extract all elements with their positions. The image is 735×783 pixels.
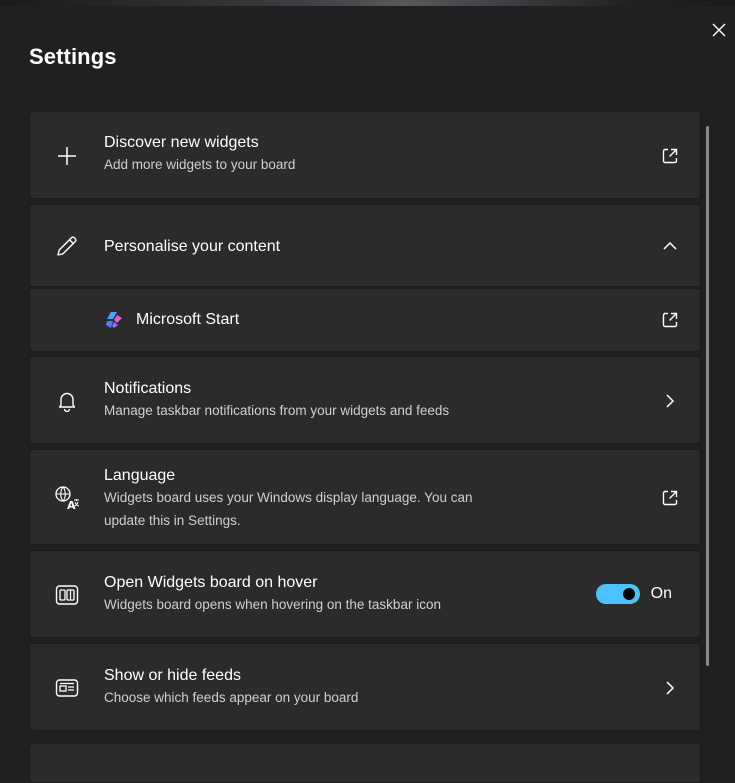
background-strip [0,0,735,6]
hover-subtitle: Widgets board opens when hovering on the… [104,597,441,612]
chevron-right-icon [658,389,682,413]
language-item[interactable]: A Language Widgets board uses your Windo… [29,449,701,545]
pencil-icon [54,233,80,259]
feeds-title: Show or hide feeds [104,667,241,684]
chevron-right-icon [658,676,682,700]
toggle-knob [622,588,635,600]
microsoft-start-title: Microsoft Start [136,311,240,328]
discover-widgets-item[interactable]: Discover new widgets Add more widgets to… [29,111,701,199]
open-external-icon [658,308,682,332]
scrollbar-thumb[interactable] [706,126,709,666]
hover-title: Open Widgets board on hover [104,574,318,591]
open-external-icon [658,486,682,510]
close-button[interactable] [705,16,733,44]
svg-text:A: A [67,499,76,511]
language-icon: A [54,485,80,511]
open-external-icon [658,144,682,168]
show-hide-feeds-item[interactable]: Show or hide feeds Choose which feeds ap… [29,643,701,731]
microsoft-start-item[interactable]: Microsoft Start [29,288,701,352]
discover-title: Discover new widgets [104,134,259,151]
microsoft-start-logo [105,311,123,334]
hover-toggle-switch[interactable] [595,584,640,604]
plus-icon [54,143,80,169]
notifications-subtitle: Manage taskbar notifications from your w… [104,403,450,418]
notifications-title: Notifications [104,380,192,397]
notifications-item[interactable]: Notifications Manage taskbar notificatio… [29,356,701,444]
bell-icon [54,388,80,414]
language-title: Language [104,467,176,484]
discover-subtitle: Add more widgets to your board [104,157,296,172]
personalise-content-item[interactable]: Personalise your content [29,204,701,287]
widgets-board-icon [54,582,80,608]
personalise-title: Personalise your content [104,238,281,255]
page-title: Settings [29,44,117,69]
language-subtitle: Widgets board uses your Windows display … [104,490,473,528]
hover-toggle-state: On [650,585,672,602]
feeds-subtitle: Choose which feeds appear on your board [104,690,359,705]
next-settings-item[interactable] [29,743,701,783]
chevron-up-icon [658,234,682,258]
news-feed-icon [54,675,80,701]
hover-board-item: Open Widgets board on hover Widgets boar… [29,550,701,638]
close-icon [712,23,726,37]
